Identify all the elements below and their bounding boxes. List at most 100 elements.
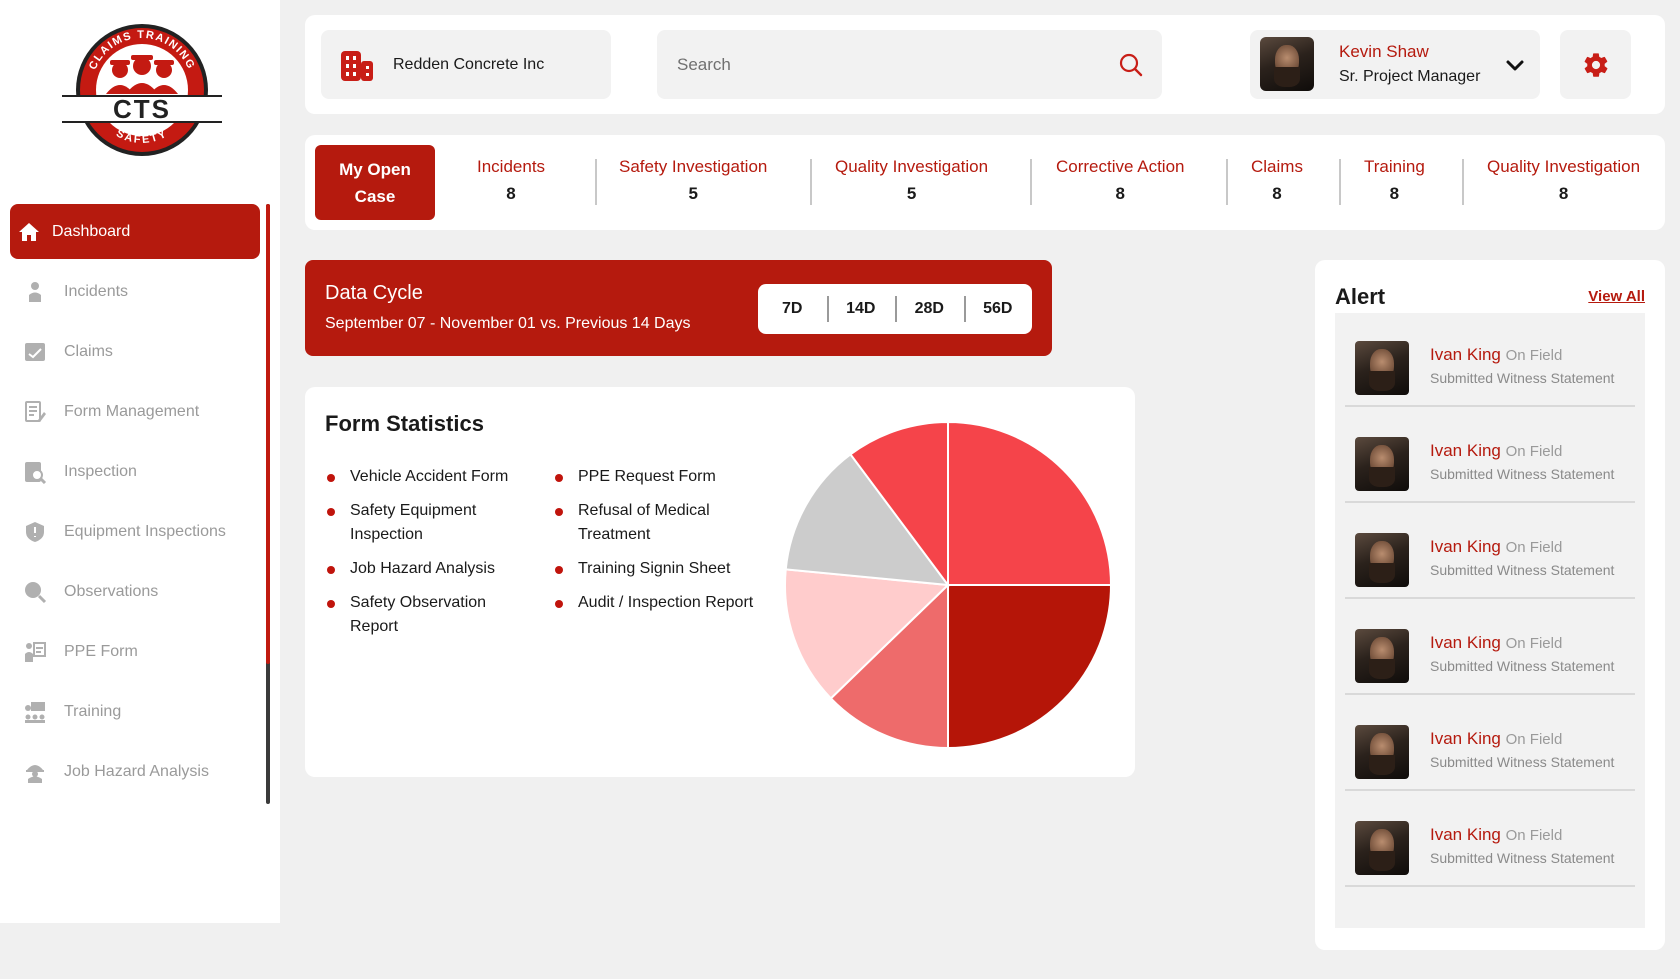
- view-all-link[interactable]: View All: [1588, 288, 1645, 305]
- tab-incidents[interactable]: Incidents 8: [477, 153, 545, 207]
- user-role: Sr. Project Manager: [1339, 68, 1481, 85]
- sidebar-item-label: Inspection: [64, 463, 137, 480]
- hardhat-icon: [22, 759, 48, 785]
- tab-label-line2: Case: [354, 186, 396, 206]
- tab-label: Corrective Action: [1056, 157, 1185, 176]
- settings-button[interactable]: [1560, 30, 1631, 99]
- alert-description: Submitted Witness Statement: [1430, 562, 1615, 578]
- legend-column-2: PPE Request Form Refusal of Medical Trea…: [553, 465, 763, 625]
- pie-slice: [947, 584, 1113, 750]
- tab-my-open-case[interactable]: My Open Case: [315, 145, 435, 220]
- tab-claims[interactable]: Claims 8: [1251, 153, 1303, 207]
- data-cycle-title: Data Cycle: [325, 282, 423, 304]
- legend-column-1: Vehicle Accident Form Safety Equipment I…: [325, 465, 535, 649]
- alert-user-name: Ivan King: [1430, 729, 1501, 748]
- data-cycle-range: September 07 - November 01 vs. Previous …: [325, 315, 691, 332]
- tab-safety-investigation[interactable]: Safety Investigation 5: [619, 153, 767, 207]
- tab-quality-investigation-2[interactable]: Quality Investigation 8: [1487, 153, 1640, 207]
- sidebar-item-label: Form Management: [64, 403, 200, 420]
- alert-status: On Field: [1505, 635, 1563, 652]
- alert-status: On Field: [1505, 827, 1563, 844]
- worker-icon: [22, 279, 48, 305]
- alert-list: Ivan King On Field Submitted Witness Sta…: [1335, 313, 1645, 928]
- sidebar-scrollbar-thumb[interactable]: [266, 204, 270, 664]
- form-statistics-title: Form Statistics: [325, 411, 484, 436]
- alert-description: Submitted Witness Statement: [1430, 658, 1615, 674]
- alert-status: On Field: [1505, 443, 1563, 460]
- alert-panel: Alert View All Ivan King On Field Submit…: [1315, 260, 1665, 950]
- legend-item: Safety Equipment Inspection: [325, 499, 535, 547]
- sidebar: CLAIMS TRAINING SAFETY CTS Dashboard Inc…: [0, 0, 280, 923]
- alert-item[interactable]: Ivan King On Field Submitted Witness Sta…: [1345, 697, 1635, 791]
- form-icon: [22, 399, 48, 425]
- alert-name-line: Ivan King On Field: [1430, 537, 1562, 557]
- search-box: [657, 30, 1162, 99]
- avatar: [1355, 341, 1409, 395]
- sidebar-item-ppe-form[interactable]: PPE Form: [10, 624, 260, 680]
- alert-user-name: Ivan King: [1430, 537, 1501, 556]
- tab-label: Quality Investigation: [835, 157, 989, 176]
- alert-description: Submitted Witness Statement: [1430, 466, 1615, 482]
- alert-name-line: Ivan King On Field: [1430, 345, 1562, 365]
- top-header: Redden Concrete Inc Kevin Shaw Sr. Proje…: [305, 15, 1665, 114]
- alert-title: Alert: [1335, 284, 1386, 309]
- sidebar-item-label: Observations: [64, 583, 159, 600]
- tab-training[interactable]: Training 8: [1364, 153, 1425, 207]
- tab-label-line1: My Open: [339, 159, 411, 179]
- alert-description: Submitted Witness Statement: [1430, 370, 1615, 386]
- alert-item[interactable]: Ivan King On Field Submitted Witness Sta…: [1345, 793, 1635, 887]
- magnifier-icon: [22, 579, 48, 605]
- sidebar-item-equipment-inspections[interactable]: Equipment Inspections: [10, 504, 260, 560]
- alert-user-name: Ivan King: [1430, 633, 1501, 652]
- alert-item[interactable]: Ivan King On Field Submitted Witness Sta…: [1345, 313, 1635, 407]
- tab-divider: [595, 159, 597, 205]
- range-14d-button[interactable]: 14D: [826, 296, 896, 322]
- tab-quality-investigation[interactable]: Quality Investigation 5: [835, 153, 988, 207]
- tab-label: Quality Investigation: [1487, 157, 1641, 176]
- legend-item: Audit / Inspection Report: [553, 591, 763, 615]
- sidebar-item-dashboard[interactable]: Dashboard: [10, 204, 260, 259]
- range-28d-button[interactable]: 28D: [895, 296, 964, 322]
- sidebar-item-job-hazard-analysis[interactable]: Job Hazard Analysis: [10, 744, 260, 800]
- legend-item: Safety Observation Report: [325, 591, 535, 639]
- legend-item: Vehicle Accident Form: [325, 465, 535, 489]
- alert-item[interactable]: Ivan King On Field Submitted Witness Sta…: [1345, 601, 1635, 695]
- range-56d-button[interactable]: 56D: [963, 296, 1033, 322]
- tab-count: 5: [906, 184, 917, 203]
- sidebar-item-label: Training: [64, 703, 122, 720]
- tab-corrective-action[interactable]: Corrective Action 8: [1056, 153, 1185, 207]
- alert-item[interactable]: Ivan King On Field Submitted Witness Sta…: [1345, 409, 1635, 503]
- sidebar-item-inspection[interactable]: Inspection: [10, 444, 260, 500]
- alert-user-name: Ivan King: [1430, 825, 1501, 844]
- tab-divider: [1226, 159, 1228, 205]
- home-icon: [16, 219, 42, 245]
- sidebar-item-label: Job Hazard Analysis: [64, 763, 209, 780]
- search-input[interactable]: [677, 54, 1117, 75]
- tab-label: Incidents: [477, 157, 546, 176]
- building-icon: [341, 50, 373, 81]
- sidebar-item-claims[interactable]: Claims: [10, 324, 260, 380]
- search-icon[interactable]: [1118, 52, 1144, 78]
- alert-item[interactable]: Ivan King On Field Submitted Witness Sta…: [1345, 505, 1635, 599]
- chevron-down-icon[interactable]: [1504, 54, 1526, 76]
- alert-name-line: Ivan King On Field: [1430, 825, 1562, 845]
- legend-item: PPE Request Form: [553, 465, 763, 489]
- alert-description: Submitted Witness Statement: [1430, 850, 1615, 866]
- company-selector[interactable]: Redden Concrete Inc: [321, 30, 611, 99]
- sidebar-item-form-management[interactable]: Form Management: [10, 384, 260, 440]
- sidebar-item-training[interactable]: Training: [10, 684, 260, 740]
- sidebar-item-observations[interactable]: Observations: [10, 564, 260, 620]
- range-7d-button[interactable]: 7D: [758, 300, 827, 318]
- user-menu[interactable]: Kevin Shaw Sr. Project Manager: [1250, 30, 1540, 99]
- sidebar-item-incidents[interactable]: Incidents: [10, 264, 260, 320]
- sidebar-item-label: Equipment Inspections: [64, 523, 226, 540]
- sidebar-nav: Dashboard Incidents Claims Form Manageme…: [10, 204, 260, 804]
- sidebar-item-label: PPE Form: [64, 643, 138, 660]
- tab-count: 8: [1115, 184, 1125, 203]
- legend-item: Refusal of Medical Treatment: [553, 499, 763, 547]
- avatar: [1260, 37, 1314, 91]
- case-tabs: My Open Case Incidents 8 Safety Investig…: [305, 135, 1665, 230]
- sidebar-item-label: Claims: [64, 343, 113, 360]
- tab-count: 8: [1389, 184, 1400, 203]
- tab-label: Claims: [1251, 157, 1303, 176]
